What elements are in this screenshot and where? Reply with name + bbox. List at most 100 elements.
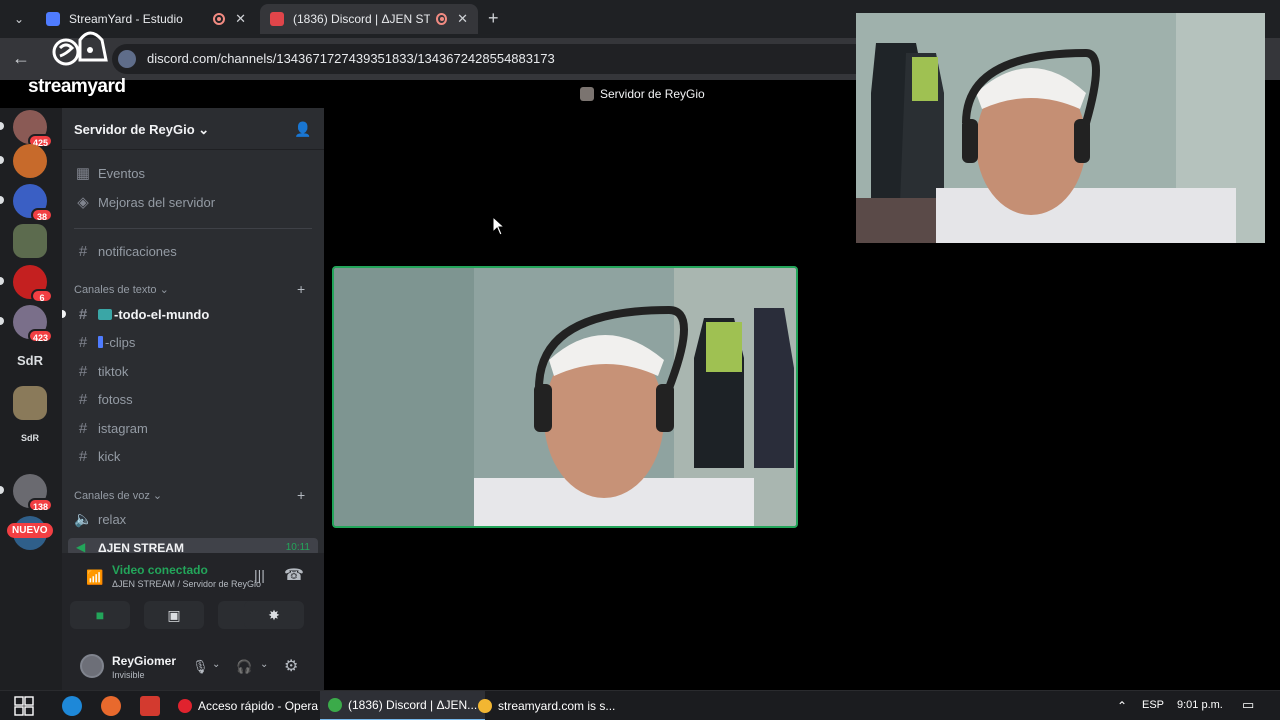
new-tab-button[interactable]: +	[488, 8, 499, 29]
voice-status: Video conectado	[112, 563, 208, 577]
channel-kick[interactable]: # kick	[74, 445, 121, 467]
recording-icon	[436, 13, 448, 25]
category-voice-channels[interactable]: Canales de voz ⌄	[74, 489, 162, 502]
channel-tiktok[interactable]: # tiktok	[74, 360, 129, 382]
invite-member-icon[interactable]: 👤	[294, 121, 312, 137]
tab-search-chevron-icon[interactable]: ⌄	[8, 8, 30, 30]
server-icon[interactable]: 423	[13, 305, 53, 343]
channel-label: fotoss	[98, 391, 133, 407]
new-badge: NUEVO	[7, 523, 53, 538]
chrome-icon	[478, 699, 492, 713]
chevron-down-icon[interactable]: ⌄	[212, 659, 220, 670]
hash-icon: #	[78, 305, 88, 323]
channel-label: notificaciones	[98, 243, 177, 259]
channel-istagram[interactable]: # istagram	[74, 417, 148, 439]
camera-overlay	[856, 13, 1265, 243]
streamyard-logo-icon	[52, 31, 108, 66]
app-icon[interactable]	[140, 696, 160, 716]
voice-location: ΔJEN STREAM / Servidor de ReyGio	[112, 579, 262, 589]
channel-notificaciones[interactable]: # notificaciones	[74, 240, 177, 262]
server-list: 425 38 6 423 SdR SdR 138 NUEVO	[0, 108, 62, 690]
language-indicator[interactable]: ESP	[1142, 699, 1164, 711]
channel-clips[interactable]: # -clips	[74, 331, 136, 353]
server-icon[interactable]	[13, 386, 47, 420]
tab-title: StreamYard - Estudio	[69, 12, 183, 26]
speaker-icon: ◀	[76, 540, 86, 554]
add-text-channel-button[interactable]: +	[297, 281, 305, 297]
avatar[interactable]	[80, 654, 104, 678]
firefox-icon[interactable]	[101, 696, 121, 716]
tray-chevron-icon[interactable]: ⌃	[1117, 699, 1127, 713]
microphone-icon[interactable]: 🎙	[192, 659, 209, 675]
opera-icon	[178, 699, 192, 713]
url-text: discord.com/channels/1343671727439351833…	[147, 51, 555, 66]
close-tab-icon[interactable]: ✕	[457, 11, 468, 27]
channel-fotoss[interactable]: # fotoss	[74, 388, 133, 410]
noise-suppression-icon[interactable]: |||	[254, 567, 265, 583]
tab-title: (1836) Discord | ΔJEN STREA	[293, 12, 431, 26]
add-voice-channel-button[interactable]: +	[297, 487, 305, 503]
calendar-icon: ▦	[75, 165, 91, 182]
unread-pill	[0, 156, 4, 164]
voice-channel-relax[interactable]: 🔈 relax	[74, 508, 126, 530]
category-text-channels[interactable]: Canales de texto ⌄	[74, 283, 169, 296]
stage-title: Servidor de ReyGio	[600, 87, 705, 101]
chevron-down-icon: ⌄	[159, 284, 169, 296]
server-icon[interactable]	[13, 224, 47, 258]
server-icon[interactable]: 138	[13, 474, 53, 512]
stage-header: Servidor de ReyGio	[580, 87, 705, 101]
taskbar-app-label: streamyard.com is s...	[498, 699, 616, 713]
taskbar-app-discord[interactable]: (1836) Discord | ΔJEN...	[320, 691, 486, 720]
server-icon[interactable]: 425	[13, 110, 53, 148]
server-icon[interactable]	[13, 144, 47, 178]
webcam-video-image	[334, 268, 796, 526]
unread-pill	[0, 196, 4, 204]
chevron-down-icon[interactable]: ⌄	[260, 659, 268, 670]
taskbar-app-label: Acceso rápido - Opera	[198, 699, 319, 713]
guild-header[interactable]: Servidor de ReyGio ⌄ 👤	[62, 108, 324, 150]
server-icon[interactable]: 6	[13, 265, 53, 303]
guild-icon	[580, 87, 594, 101]
taskbar-app-opera[interactable]: Acceso rápido - Opera	[170, 691, 326, 720]
channel-label: relax	[98, 511, 127, 527]
server-sdr[interactable]: SdR	[13, 353, 47, 368]
channel-label: -todo-el-mundo	[114, 306, 210, 322]
server-sdr-small[interactable]: SdR	[13, 433, 47, 443]
close-tab-icon[interactable]: ✕	[235, 11, 246, 27]
guild-name: Servidor de ReyGio ⌄	[74, 122, 209, 138]
headphones-icon[interactable]: 🎧	[236, 659, 252, 675]
gear-icon[interactable]: ⚙	[284, 656, 298, 676]
signal-icon[interactable]: 📶	[86, 569, 103, 586]
mention-badge: 138	[27, 498, 53, 512]
server-icon[interactable]: 38	[13, 184, 53, 222]
category-label: Canales de voz	[74, 490, 150, 502]
sidebar-item-eventos[interactable]: ▦ Eventos	[74, 162, 145, 184]
back-button[interactable]: ←	[12, 48, 30, 69]
channel-todo-el-mundo[interactable]: # -todo-el-mundo	[74, 303, 209, 325]
channel-label: istagram	[98, 420, 148, 436]
site-info-icon[interactable]	[118, 50, 136, 68]
clock[interactable]: 9:01 p.m.	[1177, 699, 1223, 711]
taskbar-app-streamyard[interactable]: streamyard.com is s...	[470, 691, 623, 720]
tab-discord[interactable]: (1836) Discord | ΔJEN STREA ✕	[260, 4, 478, 34]
recording-icon	[213, 13, 226, 25]
edge-icon[interactable]	[62, 696, 82, 716]
chrome-icon	[328, 698, 342, 712]
call-timer: 10:11	[285, 542, 310, 553]
phone-emoji-icon	[98, 336, 103, 348]
unread-pill	[0, 486, 4, 494]
notifications-icon[interactable]: ▭	[1242, 697, 1254, 713]
video-tile[interactable]	[332, 266, 798, 528]
windows-start-icon[interactable]	[14, 696, 34, 716]
mention-badge: 38	[31, 208, 53, 222]
screen-share-button[interactable]: ▣	[144, 601, 204, 629]
camera-button[interactable]: ■	[70, 601, 130, 629]
guild-name-text: Servidor de ReyGio	[74, 122, 195, 137]
disconnect-icon[interactable]: ☎	[284, 565, 304, 585]
sidebar-item-mejoras[interactable]: ◈ Mejoras del servidor	[74, 191, 215, 213]
hash-icon: #	[78, 362, 88, 380]
user-status: Invisible	[112, 670, 145, 680]
category-label: Canales de texto	[74, 284, 157, 296]
soundboard-button[interactable]: ✸	[244, 601, 304, 629]
mouse-cursor-icon	[492, 216, 506, 236]
